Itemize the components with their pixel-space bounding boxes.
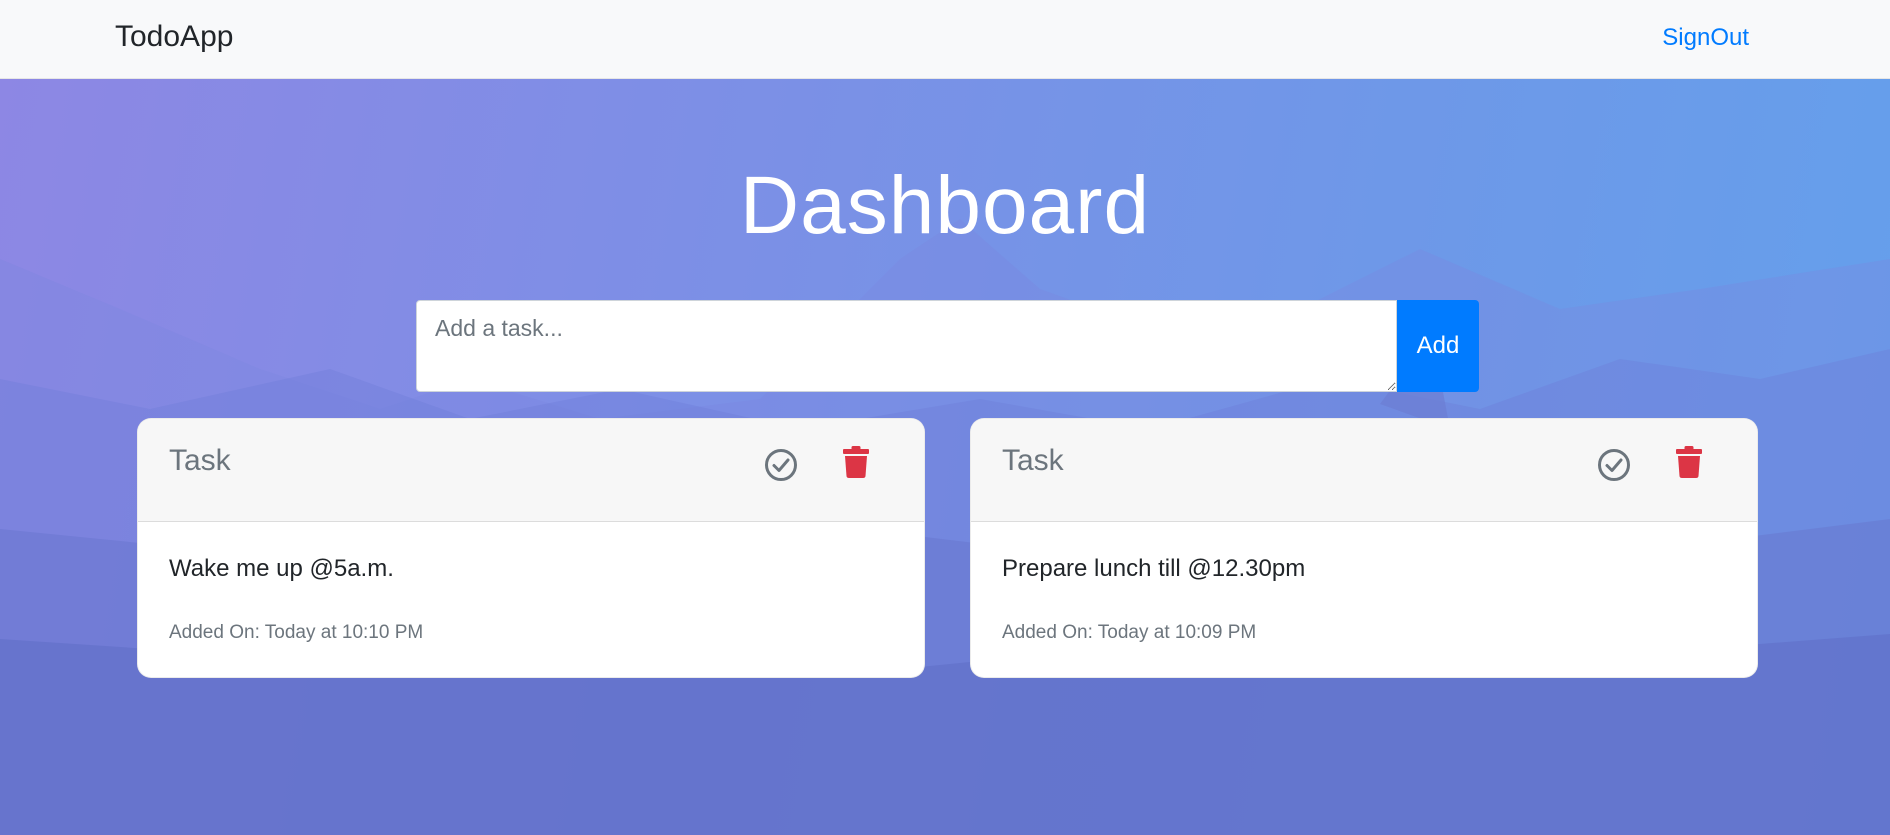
signout-link[interactable]: SignOut	[1662, 24, 1749, 52]
task-card-title: Task	[169, 444, 231, 477]
check-circle-icon[interactable]	[1597, 448, 1631, 482]
dashboard-main: Dashboard Add Task Wake me up @5a.m. Add…	[0, 79, 1890, 835]
task-text: Prepare lunch till @12.30pm	[1002, 555, 1306, 582]
task-added-on: Added On: Today at 10:09 PM	[1002, 622, 1257, 643]
add-button[interactable]: Add	[1397, 300, 1479, 392]
check-circle-icon[interactable]	[764, 448, 798, 482]
task-card-header: Task	[971, 419, 1757, 522]
trash-icon[interactable]	[843, 446, 869, 478]
trash-icon[interactable]	[1676, 446, 1702, 478]
add-task-form: Add	[416, 300, 1479, 392]
task-input[interactable]	[416, 300, 1397, 392]
brand-logo[interactable]: TodoApp	[115, 20, 233, 54]
task-card-header: Task	[138, 419, 924, 522]
task-card: Task Prepare lunch till @12.30pm Added O…	[970, 418, 1758, 678]
page-title: Dashboard	[739, 160, 1151, 251]
task-card-title: Task	[1002, 444, 1064, 477]
task-card: Task Wake me up @5a.m. Added On: Today a…	[137, 418, 925, 678]
task-text: Wake me up @5a.m.	[169, 555, 394, 582]
navbar: TodoApp SignOut	[0, 0, 1890, 79]
task-added-on: Added On: Today at 10:10 PM	[169, 622, 424, 643]
